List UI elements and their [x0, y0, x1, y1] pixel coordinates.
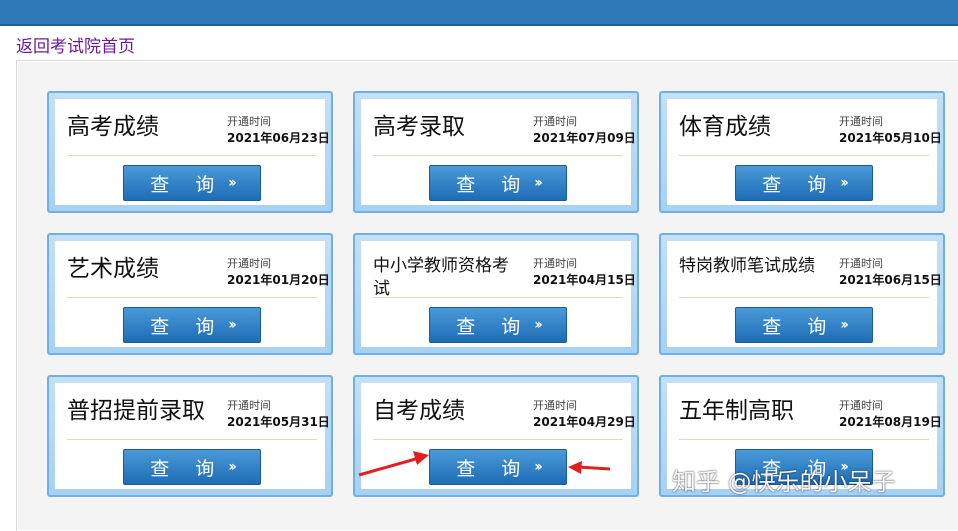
double-chevron-right-icon: ››: [534, 317, 542, 333]
open-date: 2021年06月23日: [227, 131, 330, 145]
query-button-label: 查 询: [150, 457, 225, 480]
divider: [67, 297, 317, 298]
open-time-label: 开通时间: [227, 257, 271, 270]
double-chevron-right-icon: ››: [534, 459, 542, 475]
card-title: 艺术成绩: [67, 256, 159, 282]
double-chevron-right-icon: ››: [840, 175, 848, 191]
card-art-score: 艺术成绩 开通时间 2021年01月20日 查 询 ››: [47, 233, 333, 355]
divider: [67, 439, 317, 440]
open-date: 2021年07月09日: [533, 131, 636, 145]
query-button[interactable]: 查 询 ››: [429, 307, 567, 343]
query-button-label: 查 询: [762, 315, 837, 338]
open-time-label: 开通时间: [227, 115, 271, 128]
card-title: 高考录取: [373, 114, 465, 140]
card-title: 高考成绩: [67, 114, 159, 140]
card-teacher-qualification: 中小学教师资格考试 开通时间 2021年04月15日 查 询 ››: [353, 233, 639, 355]
query-button-label: 查 询: [456, 315, 531, 338]
query-button[interactable]: 查 询 ››: [123, 165, 261, 201]
open-date: 2021年04月15日: [533, 273, 636, 287]
card-title: 体育成绩: [679, 114, 771, 140]
card-title: 特岗教师笔试成绩: [679, 256, 815, 276]
query-button[interactable]: 查 询 ››: [429, 449, 567, 485]
open-date: 2021年05月10日: [839, 131, 942, 145]
query-button[interactable]: 查 询 ››: [735, 165, 873, 201]
divider: [67, 155, 317, 156]
double-chevron-right-icon: ››: [534, 175, 542, 191]
open-time-label: 开通时间: [839, 399, 883, 412]
divider: [679, 155, 929, 156]
open-time-label: 开通时间: [839, 115, 883, 128]
query-button-label: 查 询: [150, 315, 225, 338]
open-time-label: 开通时间: [227, 399, 271, 412]
query-button[interactable]: 查 询 ››: [123, 449, 261, 485]
query-button[interactable]: 查 询 ››: [123, 307, 261, 343]
back-to-home-link[interactable]: 返回考试院首页: [16, 32, 135, 57]
open-date: 2021年04月29日: [533, 415, 636, 429]
card-gaokao-score: 高考成绩 开通时间 2021年06月23日 查 询 ››: [47, 91, 333, 213]
card-title: 普招提前录取: [67, 398, 205, 424]
card-title: 自考成绩: [373, 398, 465, 424]
divider: [373, 155, 623, 156]
card-special-teacher-exam: 特岗教师笔试成绩 开通时间 2021年06月15日 查 询 ››: [659, 233, 945, 355]
query-button-label: 查 询: [456, 173, 531, 196]
card-gaokao-admission: 高考录取 开通时间 2021年07月09日 查 询 ››: [353, 91, 639, 213]
open-time-label: 开通时间: [533, 257, 577, 270]
open-time-label: 开通时间: [533, 399, 577, 412]
right-annotation-arrow-icon: [568, 461, 611, 474]
top-banner: [0, 0, 958, 26]
double-chevron-right-icon: ››: [840, 317, 848, 333]
open-time-label: 开通时间: [839, 257, 883, 270]
divider: [679, 297, 929, 298]
left-annotation-arrow-icon: [358, 451, 429, 477]
query-button[interactable]: 查 询 ››: [429, 165, 567, 201]
open-time-label: 开通时间: [533, 115, 577, 128]
divider: [373, 439, 623, 440]
card-early-admission: 普招提前录取 开通时间 2021年05月31日 查 询 ››: [47, 375, 333, 497]
query-button-label: 查 询: [150, 173, 225, 196]
query-button-label: 查 询: [762, 173, 837, 196]
divider: [373, 297, 623, 298]
card-title: 中小学教师资格考试: [373, 256, 509, 299]
card-pe-score: 体育成绩 开通时间 2021年05月10日 查 询 ››: [659, 91, 945, 213]
double-chevron-right-icon: ››: [228, 317, 236, 333]
card-title: 五年制高职: [679, 398, 794, 424]
open-date: 2021年06月15日: [839, 273, 942, 287]
double-chevron-right-icon: ››: [228, 459, 236, 475]
query-button-label: 查 询: [456, 457, 531, 480]
open-date: 2021年01月20日: [227, 273, 330, 287]
open-date: 2021年05月31日: [227, 415, 330, 429]
query-button[interactable]: 查 询 ››: [735, 307, 873, 343]
divider: [679, 439, 929, 440]
double-chevron-right-icon: ››: [228, 175, 236, 191]
watermark-text: 知乎 @快乐的小呆子: [672, 468, 896, 496]
open-date: 2021年08月19日: [839, 415, 942, 429]
